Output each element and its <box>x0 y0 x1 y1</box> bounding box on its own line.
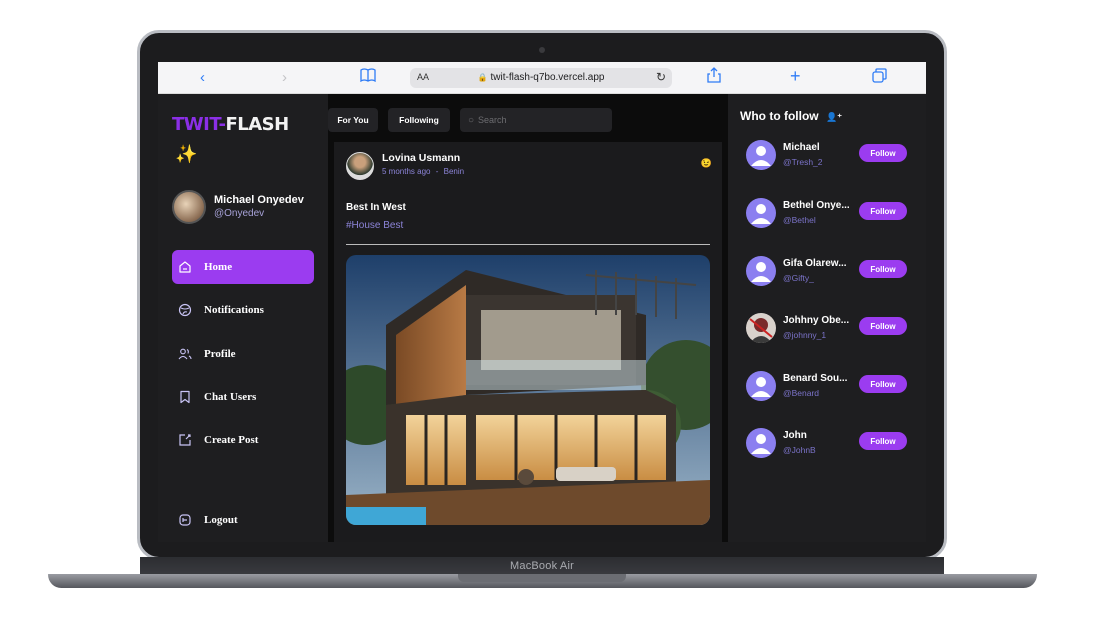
tab-following[interactable]: Following <box>388 108 450 132</box>
suggestion-name[interactable]: Bethel Onye... <box>783 200 855 211</box>
browser-toolbar: ‹ › AA 🔒 twit-flash-q7bo.vercel.app ↻ + <box>158 62 926 94</box>
follow-button[interactable]: Follow <box>859 432 907 450</box>
post-card[interactable]: Lovina Usmann 5 months ago - Benin 😉 Bes… <box>334 142 722 542</box>
post-meta: 5 months ago - Benin <box>382 167 465 176</box>
app-logo[interactable]: TWIT-FLASH <box>172 114 289 135</box>
user-avatar-icon[interactable] <box>746 371 776 401</box>
follow-button[interactable]: Follow <box>859 317 907 335</box>
search-icon: ○ <box>468 114 475 126</box>
reload-icon[interactable]: ↻ <box>656 70 666 84</box>
profile-name: Michael Onyedev <box>214 194 304 206</box>
user-avatar-icon[interactable] <box>746 140 776 170</box>
suggestion-handle: @Gifty_ <box>783 273 814 283</box>
nav-label: Home <box>204 261 233 273</box>
sidebar: TWIT-FLASH ✨ Michael Onyedev @Onyedev Ho… <box>158 94 328 542</box>
nav-label: Profile <box>204 348 236 360</box>
who-to-follow-panel: Who to follow 👤⁺ Michael @Tresh_2 Follow… <box>728 94 926 542</box>
main-feed: For You Following ○ Search Lovina Usmann… <box>328 94 728 542</box>
follow-button[interactable]: Follow <box>859 375 907 393</box>
profile-handle: @Onyedev <box>214 208 265 219</box>
suggestion-name[interactable]: Gifa Olarew... <box>783 258 855 269</box>
create-icon <box>178 433 192 447</box>
feed-tabs: For You Following ○ Search <box>328 108 728 132</box>
suggestion-name[interactable]: Johhny Obe... <box>783 315 855 326</box>
emoji-icon[interactable]: 😉 <box>701 158 712 169</box>
suggestion-handle: @JohnB <box>783 445 816 455</box>
nav-profile[interactable]: Profile <box>172 337 314 371</box>
tab-for-you[interactable]: For You <box>328 108 378 132</box>
follow-suggestion: Gifa Olarew... @Gifty_ Follow <box>746 256 916 288</box>
suggestion-handle: @Benard <box>783 388 820 398</box>
device-label: MacBook Air <box>510 560 574 572</box>
camera <box>539 47 545 53</box>
share-icon[interactable] <box>707 67 721 89</box>
logout-label: Logout <box>204 514 238 526</box>
book-icon[interactable] <box>360 68 376 88</box>
sparkle-icon: ✨ <box>175 144 198 164</box>
avatar <box>172 190 206 224</box>
suggestion-handle: @Bethel <box>783 215 816 225</box>
screen: ‹ › AA 🔒 twit-flash-q7bo.vercel.app ↻ + T… <box>158 62 926 542</box>
app: TWIT-FLASH ✨ Michael Onyedev @Onyedev Ho… <box>158 94 926 542</box>
logout-icon <box>178 513 192 527</box>
nav-chat-users[interactable]: Chat Users <box>172 380 314 414</box>
follow-suggestion: Johhny Obe... @johnny_1 Follow <box>746 313 916 345</box>
users-icon <box>178 347 192 361</box>
home-icon <box>178 260 192 274</box>
suggestion-handle: @johnny_1 <box>783 330 827 340</box>
follow-button[interactable]: Follow <box>859 202 907 220</box>
user-avatar-icon[interactable] <box>746 428 776 458</box>
nav-notifications[interactable]: Notifications <box>172 293 314 327</box>
user-avatar-icon[interactable] <box>746 256 776 286</box>
laptop-notch <box>458 574 626 582</box>
nav-label: Chat Users <box>204 391 257 403</box>
post-text: Best In West <box>346 202 406 213</box>
suggestion-name[interactable]: Benard Sou... <box>783 373 855 384</box>
post-hashtag[interactable]: #House Best <box>346 220 403 231</box>
follow-button[interactable]: Follow <box>859 260 907 278</box>
follow-button[interactable]: Follow <box>859 144 907 162</box>
post-location: Benin <box>443 167 465 176</box>
suggestion-name[interactable]: Michael <box>783 142 855 153</box>
back-icon[interactable]: ‹ <box>200 68 205 88</box>
search-input[interactable]: ○ Search <box>460 108 612 132</box>
search-placeholder: Search <box>478 115 507 125</box>
nav-label: Create Post <box>204 434 259 446</box>
tabs-overview-icon[interactable] <box>872 68 887 89</box>
post-image[interactable] <box>346 255 710 525</box>
follow-suggestion: Michael @Tresh_2 Follow <box>746 140 916 172</box>
url-text: twit-flash-q7bo.vercel.app <box>490 72 605 83</box>
divider <box>346 244 710 245</box>
new-tab-icon[interactable]: + <box>790 66 801 86</box>
user-photo-avatar[interactable] <box>746 313 776 343</box>
nav-label: Notifications <box>204 304 264 316</box>
lock-icon: 🔒 <box>477 73 488 82</box>
url-display: 🔒 twit-flash-q7bo.vercel.app <box>410 72 672 83</box>
post-author[interactable]: Lovina Usmann <box>382 152 460 164</box>
author-avatar[interactable] <box>346 152 374 180</box>
globe-icon <box>178 303 192 317</box>
add-user-icon: 👤⁺ <box>825 112 842 122</box>
nav-home[interactable]: Home <box>172 250 314 284</box>
follow-suggestion: Bethel Onye... @Bethel Follow <box>746 198 916 230</box>
forward-icon[interactable]: › <box>282 68 287 88</box>
follow-suggestion: Benard Sou... @Benard Follow <box>746 371 916 403</box>
follow-suggestion: John @JohnB Follow <box>746 428 916 460</box>
panel-title: Who to follow 👤⁺ <box>740 109 842 123</box>
bookmark-icon <box>178 390 192 404</box>
suggestion-handle: @Tresh_2 <box>783 157 823 167</box>
suggestion-name[interactable]: John <box>783 430 855 441</box>
profile-card[interactable]: Michael Onyedev @Onyedev <box>172 190 322 230</box>
user-avatar-icon[interactable] <box>746 198 776 228</box>
nav-create-post[interactable]: Create Post <box>172 423 314 457</box>
post-time: 5 months ago <box>382 167 431 176</box>
logout-button[interactable]: Logout <box>172 503 314 537</box>
address-bar[interactable]: AA 🔒 twit-flash-q7bo.vercel.app ↻ <box>410 68 672 88</box>
